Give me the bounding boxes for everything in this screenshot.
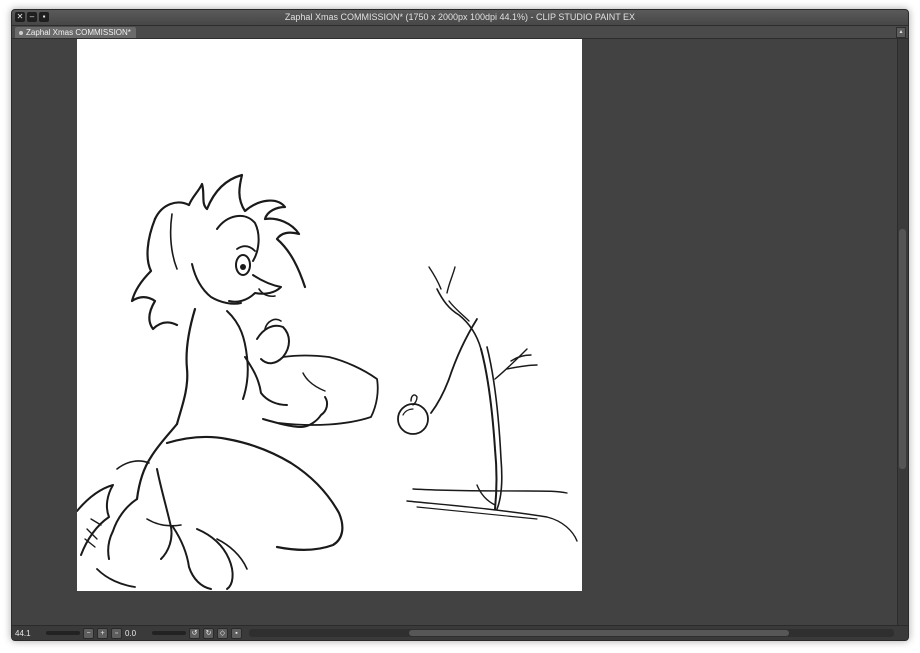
horizontal-scroll-thumb[interactable] bbox=[409, 630, 789, 636]
title-bar[interactable]: ✕ – ▪ Zaphal Xmas COMMISSION* (1750 x 20… bbox=[12, 10, 908, 26]
zoom-slider[interactable] bbox=[46, 631, 80, 635]
zoom-in-icon[interactable]: + bbox=[97, 627, 108, 639]
zoom-value[interactable]: 44.1 bbox=[15, 629, 43, 638]
document-tab[interactable]: Zaphal Xmas COMMISSION* bbox=[15, 27, 136, 38]
document-tab-label: Zaphal Xmas COMMISSION* bbox=[26, 28, 131, 37]
tab-status-icon bbox=[19, 30, 23, 35]
status-bar: 44.1 − + ▫ 0.0 ↺ ↻ ◇ ▪ bbox=[12, 625, 908, 640]
rotation-angle-value[interactable]: 0.0 bbox=[125, 629, 149, 638]
vertical-scroll-thumb[interactable] bbox=[899, 229, 906, 469]
horizontal-scrollbar[interactable] bbox=[249, 629, 894, 637]
sketch-artwork bbox=[77, 173, 578, 590]
flip-icon[interactable]: ▪ bbox=[231, 627, 242, 639]
rotate-right-icon[interactable]: ↻ bbox=[203, 627, 214, 639]
app-window: ✕ – ▪ Zaphal Xmas COMMISSION* (1750 x 20… bbox=[11, 9, 909, 641]
rotation-slider[interactable] bbox=[152, 631, 186, 635]
vertical-scrollbar[interactable] bbox=[897, 39, 908, 626]
fit-view-icon[interactable]: ▫ bbox=[111, 627, 122, 639]
zoom-out-icon[interactable]: − bbox=[83, 627, 94, 639]
rotate-left-icon[interactable]: ↺ bbox=[189, 627, 200, 639]
canvas-workspace[interactable] bbox=[12, 39, 898, 626]
document-tab-bar: Zaphal Xmas COMMISSION* ▴ bbox=[12, 26, 908, 39]
drawing-canvas[interactable] bbox=[77, 39, 582, 591]
tab-scroll-icon[interactable]: ▴ bbox=[896, 27, 906, 38]
reset-rotation-icon[interactable]: ◇ bbox=[217, 627, 228, 639]
window-title: Zaphal Xmas COMMISSION* (1750 x 2000px 1… bbox=[284, 12, 636, 22]
